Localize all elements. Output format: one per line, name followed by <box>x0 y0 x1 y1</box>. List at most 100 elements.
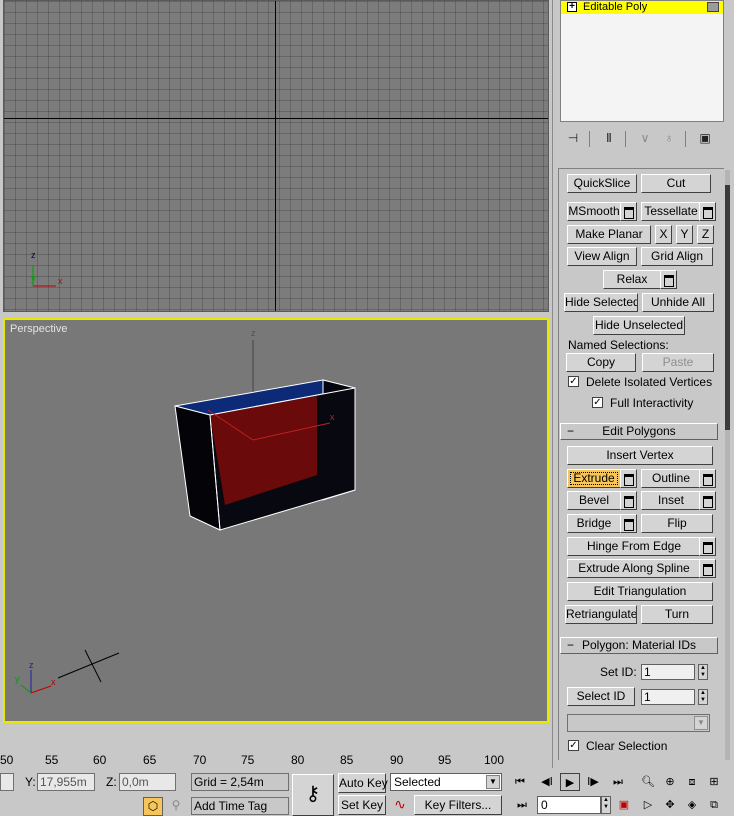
tessellate-button[interactable]: Tessellate <box>641 202 701 221</box>
extrude-settings-button[interactable] <box>620 469 637 488</box>
relax-button[interactable]: Relax <box>603 270 661 289</box>
previous-frame-icon[interactable]: ◀Ⅰ <box>537 773 557 791</box>
insert-vertex-button[interactable]: Insert Vertex <box>567 446 713 465</box>
select-id-spinner[interactable]: ▲ ▼ <box>698 689 708 705</box>
full-interactivity-checkbox[interactable]: ✓ <box>592 397 603 408</box>
panel-scroll-thumb[interactable] <box>725 185 730 430</box>
stack-item-editable-poly[interactable]: + Editable Poly <box>561 1 723 14</box>
hide-selected-button[interactable]: Hide Selected <box>564 293 638 312</box>
hide-unselected-button[interactable]: Hide Unselected <box>593 316 685 335</box>
toolbar-separator <box>685 131 686 147</box>
tessellate-settings-button[interactable] <box>699 202 716 221</box>
set-key-button[interactable]: Set Key <box>338 795 386 815</box>
key-mode-toggle-icon[interactable]: ⏭ <box>512 796 532 814</box>
selection-set-value: Selected <box>394 775 441 789</box>
copy-button[interactable]: Copy <box>566 353 636 372</box>
set-id-input[interactable]: 1 <box>641 664 695 680</box>
quickslice-button[interactable]: QuickSlice <box>567 174 637 193</box>
bridge-settings-button[interactable] <box>620 514 637 533</box>
current-frame-input[interactable]: 0 <box>537 796 601 814</box>
arc-rotate-icon[interactable]: ◈ <box>682 796 702 814</box>
hinge-from-edge-button[interactable]: Hinge From Edge <box>567 537 701 556</box>
delete-isolated-checkbox[interactable]: ✓ <box>568 376 579 387</box>
planar-z-button[interactable]: Z <box>697 225 714 244</box>
zoom-extents-all-icon[interactable]: ⊞ <box>704 773 724 791</box>
bridge-button[interactable]: Bridge <box>567 514 621 533</box>
play-icon[interactable]: ▶ <box>560 773 580 791</box>
zoom-icon[interactable]: 🔍︎ <box>638 773 658 791</box>
bevel-settings-button[interactable] <box>620 491 637 510</box>
configure-sets-icon[interactable]: ▣ <box>695 129 715 147</box>
make-planar-button[interactable]: Make Planar <box>567 225 651 244</box>
field-of-view-icon[interactable]: ▷ <box>638 796 658 814</box>
go-to-end-icon[interactable]: ⏭ <box>608 773 628 791</box>
add-time-tag-field[interactable]: Add Time Tag <box>191 797 289 815</box>
material-ids-rollout-header[interactable]: − Polygon: Material IDs <box>560 637 718 654</box>
cut-button[interactable]: Cut <box>641 174 711 193</box>
relax-settings-button[interactable] <box>660 270 677 289</box>
view-align-button[interactable]: View Align <box>567 247 637 266</box>
flip-button[interactable]: Flip <box>641 514 713 533</box>
timeline-ruler[interactable]: 50 55 60 65 70 75 80 85 90 95 100 <box>0 751 552 772</box>
zoom-extents-icon[interactable]: ⧈ <box>682 773 702 791</box>
pan-icon[interactable]: ✥ <box>660 796 680 814</box>
next-frame-icon[interactable]: Ⅰ▶ <box>583 773 603 791</box>
z-coordinate-label: Z: <box>106 775 117 789</box>
frame-spinner[interactable]: ▲ ▼ <box>601 796 611 814</box>
box-object-render[interactable] <box>5 320 549 723</box>
select-id-input[interactable]: 1 <box>641 689 695 705</box>
absolute-mode-icon[interactable]: ⚲ <box>166 797 186 816</box>
unhide-all-button[interactable]: Unhide All <box>642 293 714 312</box>
planar-y-button[interactable]: Y <box>676 225 693 244</box>
stack-expand-toggle[interactable]: + <box>567 2 577 12</box>
outline-button[interactable]: Outline <box>641 469 701 488</box>
paste-button[interactable]: Paste <box>642 353 714 372</box>
extrude-along-spline-settings-button[interactable] <box>699 559 716 578</box>
selection-set-dropdown[interactable]: Selected ▼ <box>390 773 502 791</box>
extrude-button[interactable]: Extrude <box>567 469 621 488</box>
zoom-all-icon[interactable]: ⊕ <box>660 773 680 791</box>
clear-selection-label: Clear Selection <box>586 739 668 753</box>
make-unique-icon[interactable]: ∨ <box>635 129 655 147</box>
selection-lock-icon[interactable]: ⬡ <box>143 797 163 816</box>
top-viewport[interactable]: z y x <box>3 0 549 312</box>
go-to-start-icon[interactable]: ⏮ <box>510 773 530 791</box>
clear-selection-checkbox[interactable]: ✓ <box>568 740 579 751</box>
grid-align-button[interactable]: Grid Align <box>641 247 713 266</box>
retriangulate-button[interactable]: Retriangulate <box>565 605 637 624</box>
msmooth-settings-button[interactable] <box>620 202 637 221</box>
msmooth-button[interactable]: MSmooth <box>567 202 621 221</box>
perspective-viewport[interactable]: Perspective z x z y x <box>3 318 549 723</box>
extrude-along-spline-button[interactable]: Extrude Along Spline <box>567 559 701 578</box>
edit-triangulation-button[interactable]: Edit Triangulation <box>567 582 713 601</box>
select-id-button[interactable]: Select ID <box>567 687 635 706</box>
inset-settings-button[interactable] <box>699 491 716 510</box>
hinge-settings-button[interactable] <box>699 537 716 556</box>
stack-item-swatch <box>707 2 719 12</box>
z-coordinate-field[interactable]: 0,0m <box>119 773 176 791</box>
current-frame-value: 0 <box>541 798 548 812</box>
delete-isolated-label: Delete Isolated Vertices <box>586 375 713 389</box>
x-coordinate-field[interactable] <box>0 773 14 791</box>
persp-axis-z-label: z <box>29 660 34 670</box>
modifier-stack-list[interactable]: + Editable Poly <box>560 0 724 122</box>
set-id-spinner[interactable]: ▲ ▼ <box>698 664 708 680</box>
command-panel: + Editable Poly ⊣ Ⅱ ∨ ♁ ▣ QuickSlice Cut… <box>552 0 734 768</box>
inset-button[interactable]: Inset <box>641 491 701 510</box>
planar-x-button[interactable]: X <box>655 225 672 244</box>
material-name-dropdown[interactable]: ▼ <box>567 714 710 732</box>
key-filters-button[interactable]: Key Filters... <box>414 795 502 815</box>
bevel-button[interactable]: Bevel <box>567 491 621 510</box>
set-key-mode-key-icon[interactable]: ⚷ <box>292 774 334 816</box>
y-coordinate-field[interactable]: 17,955m <box>37 773 95 791</box>
maximize-viewport-icon[interactable]: ⧉ <box>704 796 724 814</box>
outline-settings-button[interactable] <box>699 469 716 488</box>
edit-polygons-rollout-header[interactable]: − Edit Polygons <box>560 423 718 440</box>
auto-key-button[interactable]: Auto Key <box>338 773 388 793</box>
time-configuration-icon[interactable]: ▣ <box>614 796 634 814</box>
pin-stack-icon[interactable]: ⊣ <box>563 129 583 147</box>
remove-modifier-icon[interactable]: ♁ <box>659 129 679 147</box>
function-curve-icon[interactable]: ∿ <box>390 796 410 815</box>
turn-button[interactable]: Turn <box>641 605 713 624</box>
show-end-result-icon[interactable]: Ⅱ <box>599 129 619 147</box>
